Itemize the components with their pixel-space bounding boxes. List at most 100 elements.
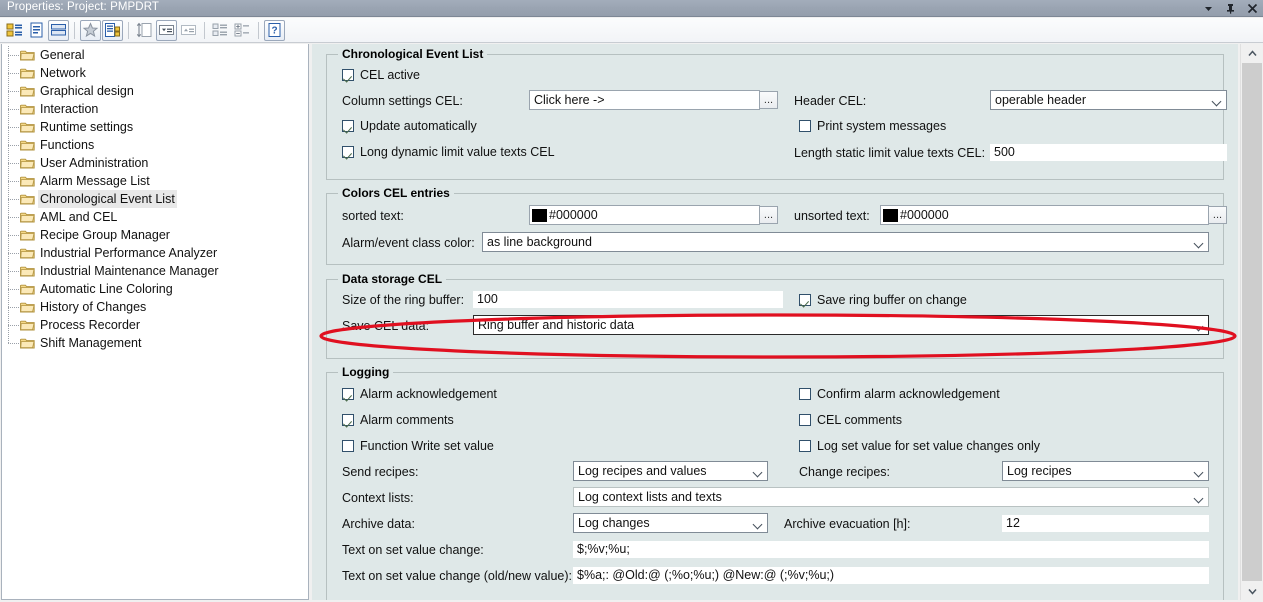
input-length-static-limit-texts[interactable]: 500: [990, 143, 1227, 161]
sidebar-item-industrial-performance-analyzer[interactable]: Industrial Performance Analyzer: [2, 244, 308, 262]
sidebar-item-label: User Administration: [40, 156, 149, 170]
sidebar-item-shift-management[interactable]: Shift Management: [2, 334, 308, 352]
checkbox-label: CEL active: [360, 68, 420, 82]
sidebar-item-automatic-line-coloring[interactable]: Automatic Line Coloring: [2, 280, 308, 298]
scrollbar-thumb[interactable]: [1242, 63, 1262, 581]
sidebar-item-label: Chronological Event List: [38, 190, 177, 208]
checkbox-label: Confirm alarm acknowledgement: [817, 387, 1000, 401]
folder-icon: [20, 319, 35, 331]
label-change-recipes: Change recipes:: [799, 465, 891, 479]
properties-view-icon[interactable]: [4, 20, 25, 41]
label-text-on-set-value-change: Text on set value change:: [342, 543, 484, 557]
sort-ascending-icon[interactable]: [178, 20, 199, 41]
input-text-on-set-value-change[interactable]: $;%v;%u;: [573, 540, 1209, 558]
sidebar-item-graphical-design[interactable]: Graphical design: [2, 82, 308, 100]
sidebar-item-network[interactable]: Network: [2, 64, 308, 82]
sidebar-item-functions[interactable]: Functions: [2, 136, 308, 154]
folder-icon: [20, 301, 35, 313]
dropdown-menu-icon[interactable]: [1202, 2, 1215, 15]
auto-hide-pin-icon[interactable]: [1224, 2, 1237, 15]
checkbox-alarm-acknowledgement[interactable]: Alarm acknowledgement: [342, 387, 497, 401]
folder-icon: [20, 67, 35, 79]
checkbox-label: CEL comments: [817, 413, 902, 427]
select-context-lists[interactable]: Log context lists and texts: [573, 487, 1209, 507]
input-archive-evacuation[interactable]: 12: [1002, 514, 1209, 532]
sidebar-item-process-recorder[interactable]: Process Recorder: [2, 316, 308, 334]
sidebar-item-aml-and-cel[interactable]: AML and CEL: [2, 208, 308, 226]
checkbox-label: Function Write set value: [360, 439, 494, 453]
checkbox-confirm-alarm-acknowledgement[interactable]: Confirm alarm acknowledgement: [799, 387, 1000, 401]
sidebar-item-interaction[interactable]: Interaction: [2, 100, 308, 118]
checkbox-alarm-comments[interactable]: Alarm comments: [342, 413, 454, 427]
document-view-icon[interactable]: [26, 20, 47, 41]
sidebar-item-label: Runtime settings: [40, 120, 134, 134]
object-list-icon[interactable]: [102, 19, 123, 41]
navigation-tree[interactable]: General Network Graphical design Interactio…: [1, 44, 309, 600]
title-bar: Properties: Project: PMPDRT: [0, 0, 1263, 17]
select-archive-data[interactable]: Log changes: [573, 513, 768, 533]
sidebar-item-chronological-event-list[interactable]: Chronological Event List: [2, 190, 308, 208]
unsorted-color-browse-button[interactable]: ...: [1208, 206, 1227, 224]
color-value-sorted: #000000: [549, 208, 598, 222]
scroll-up-icon[interactable]: [1241, 44, 1263, 62]
sort-descending-icon[interactable]: [156, 19, 177, 41]
sidebar-item-recipe-group-manager[interactable]: Recipe Group Manager: [2, 226, 308, 244]
expand-collapse-icon[interactable]: [232, 20, 253, 41]
folder-icon: [20, 211, 35, 223]
sorted-color-browse-button[interactable]: ...: [759, 206, 778, 224]
checkbox-label: Save ring buffer on change: [817, 293, 967, 307]
folder-icon: [20, 337, 35, 349]
checkbox-box: [799, 388, 811, 400]
select-alarm-event-class-color[interactable]: as line background: [482, 232, 1209, 252]
select-change-recipes[interactable]: Log recipes: [1002, 461, 1209, 481]
checkbox-update-automatically[interactable]: Update automatically: [342, 119, 477, 133]
checkbox-print-system-messages[interactable]: Print system messages: [799, 119, 946, 133]
color-value-unsorted: #000000: [900, 208, 949, 222]
sidebar-item-general[interactable]: General: [2, 46, 308, 64]
scroll-down-icon[interactable]: [1241, 582, 1263, 600]
checkbox-label: Alarm comments: [360, 413, 454, 427]
label-archive-evacuation: Archive evacuation [h]:: [784, 517, 911, 531]
select-save-cel-data[interactable]: Ring buffer and historic data: [473, 315, 1209, 335]
help-icon[interactable]: ?: [264, 19, 285, 41]
sidebar-item-label: General: [40, 48, 85, 62]
close-icon[interactable]: [1246, 2, 1259, 15]
input-sorted-text-color[interactable]: #000000: [529, 205, 760, 225]
checkbox-function-write-set-value[interactable]: Function Write set value: [342, 439, 494, 453]
select-send-recipes[interactable]: Log recipes and values: [573, 461, 768, 481]
favorites-star-icon[interactable]: [80, 19, 101, 41]
input-ring-buffer-size[interactable]: 100: [473, 290, 783, 308]
input-text-on-set-value-change-old-new[interactable]: $%a;: @Old:@ (;%o;%u;) @New:@ (;%v;%u;): [573, 566, 1209, 584]
sort-icon[interactable]: [134, 20, 155, 41]
label-archive-data: Archive data:: [342, 517, 415, 531]
sidebar-item-alarm-message-list[interactable]: Alarm Message List: [2, 172, 308, 190]
column-settings-browse-button[interactable]: ...: [759, 91, 778, 109]
list-view-icon[interactable]: [48, 19, 69, 41]
folder-icon: [20, 49, 35, 61]
sidebar-item-history-of-changes[interactable]: History of Changes: [2, 298, 308, 316]
checkbox-box: [342, 440, 354, 452]
sidebar-item-runtime-settings[interactable]: Runtime settings: [2, 118, 308, 136]
checkbox-log-set-value-changes-only[interactable]: Log set value for set value changes only: [799, 439, 1040, 453]
group-colors-cel-entries: Colors CEL entries sorted text: #000000 …: [326, 186, 1227, 265]
sidebar-item-label: Network: [40, 66, 86, 80]
sidebar-item-industrial-maintenance-manager[interactable]: Industrial Maintenance Manager: [2, 262, 308, 280]
sidebar-item-user-administration[interactable]: User Administration: [2, 154, 308, 172]
group-icon[interactable]: [210, 20, 231, 41]
checkbox-cel-active[interactable]: CEL active: [342, 68, 420, 82]
vertical-scrollbar[interactable]: [1240, 44, 1263, 600]
input-column-settings[interactable]: Click here ->: [529, 90, 760, 110]
window-controls: [1202, 0, 1259, 17]
checkbox-box: [342, 146, 354, 158]
color-swatch-unsorted: [883, 208, 898, 222]
checkbox-long-dynamic-limit-texts[interactable]: Long dynamic limit value texts CEL: [342, 145, 555, 159]
input-unsorted-text-color[interactable]: #000000: [880, 205, 1209, 225]
folder-icon: [20, 103, 35, 115]
checkbox-cel-comments[interactable]: CEL comments: [799, 413, 902, 427]
group-legend: Data storage CEL: [338, 272, 447, 286]
label-text-on-set-value-change-old-new: Text on set value change (old/new value)…: [342, 569, 572, 583]
checkbox-box: [342, 120, 354, 132]
label-unsorted-text: unsorted text:: [794, 209, 870, 223]
checkbox-save-ring-buffer-on-change[interactable]: Save ring buffer on change: [799, 293, 967, 307]
select-header-cel[interactable]: operable header: [990, 90, 1227, 110]
